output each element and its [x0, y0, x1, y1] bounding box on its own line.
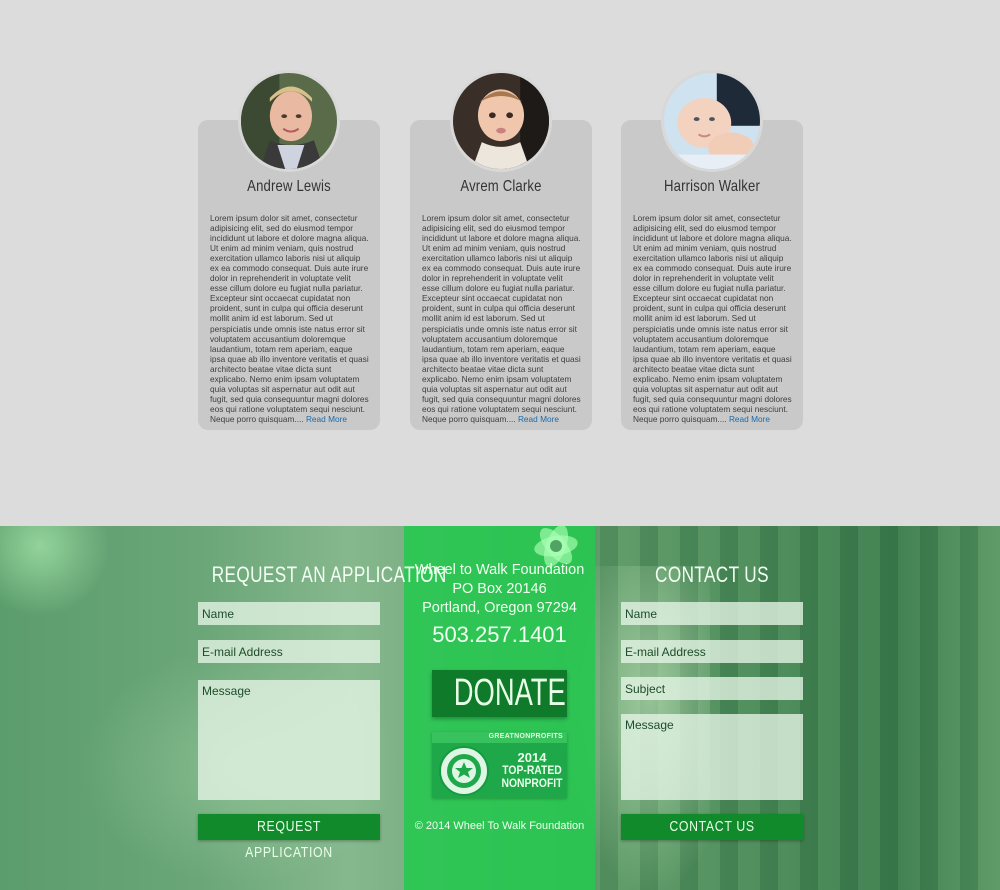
request-application-label: REQUEST APPLICATION	[245, 818, 333, 861]
badge-seal-icon	[439, 746, 489, 796]
badge-year: 2014	[517, 750, 547, 765]
contact-us-button[interactable]: CONTACT US	[621, 814, 803, 840]
profile-photo	[661, 70, 763, 172]
donate-button[interactable]: DONATE	[432, 670, 567, 717]
badge-org: GREATNONPROFITS	[488, 733, 563, 740]
contact-subject-input[interactable]	[621, 677, 803, 700]
application-title: REQUEST AN APPLICATION	[211, 562, 447, 587]
contact-title: CONTACT US	[655, 562, 769, 587]
read-more-link[interactable]: Read More	[306, 414, 347, 424]
contact-email-input[interactable]	[621, 640, 803, 663]
profile-photo	[450, 70, 552, 172]
badge-line-2: NONPROFIT	[501, 778, 563, 790]
profiles-section: Andrew Lewis Lorem ipsum dolor sit amet,…	[0, 0, 1000, 526]
read-more-link[interactable]: Read More	[729, 414, 770, 424]
application-message-input[interactable]	[198, 680, 380, 800]
profile-bio-text: Lorem ipsum dolor sit amet, consectetur …	[422, 213, 581, 424]
foundation-city: Portland, Oregon 97294	[422, 600, 577, 616]
profile-bio: Lorem ipsum dolor sit amet, consectetur …	[210, 213, 370, 424]
profile-name: Harrison Walker	[663, 178, 761, 195]
profile-name: Avrem Clarke	[460, 178, 542, 195]
top-rated-badge[interactable]: GREATNONPROFITS 2014 TOP-RATED NONPROFIT	[432, 732, 567, 798]
contact-name-input[interactable]	[621, 602, 803, 625]
profile-photo	[238, 70, 340, 172]
foundation-phone: 503.257.1401	[432, 622, 567, 647]
profile-card: Andrew Lewis Lorem ipsum dolor sit amet,…	[198, 70, 380, 430]
profile-bio: Lorem ipsum dolor sit amet, consectetur …	[633, 213, 793, 424]
profile-card: Harrison Walker Lorem ipsum dolor sit am…	[621, 70, 803, 430]
badge-line-1: TOP-RATED	[502, 765, 562, 777]
request-application-button[interactable]: REQUEST APPLICATION	[198, 814, 380, 861]
profile-bio-text: Lorem ipsum dolor sit amet, consectetur …	[210, 213, 369, 424]
badge-rating: TOP-RATED NONPROFIT	[501, 765, 563, 791]
application-email-input[interactable]	[198, 640, 380, 663]
contact-message-input[interactable]	[621, 714, 803, 800]
copyright-text: © 2014 Wheel To Walk Foundation	[414, 820, 585, 832]
contact-us-label: CONTACT US	[669, 818, 755, 835]
profile-bio: Lorem ipsum dolor sit amet, consectetur …	[422, 213, 582, 424]
donate-label: DONATE	[453, 672, 566, 714]
footer-section: REQUEST AN APPLICATION REQUEST APPLICATI…	[0, 526, 1000, 890]
profile-card: Avrem Clarke Lorem ipsum dolor sit amet,…	[410, 70, 592, 430]
read-more-link[interactable]: Read More	[518, 414, 559, 424]
foundation-name: Wheel to Walk Foundation	[414, 562, 585, 578]
application-name-input[interactable]	[198, 602, 380, 625]
foundation-po-box: PO Box 20146	[452, 581, 547, 597]
foundation-address: Wheel to Walk Foundation PO Box 20146 Po…	[404, 561, 595, 618]
profile-name: Andrew Lewis	[247, 178, 331, 195]
profile-bio-text: Lorem ipsum dolor sit amet, consectetur …	[633, 213, 792, 424]
